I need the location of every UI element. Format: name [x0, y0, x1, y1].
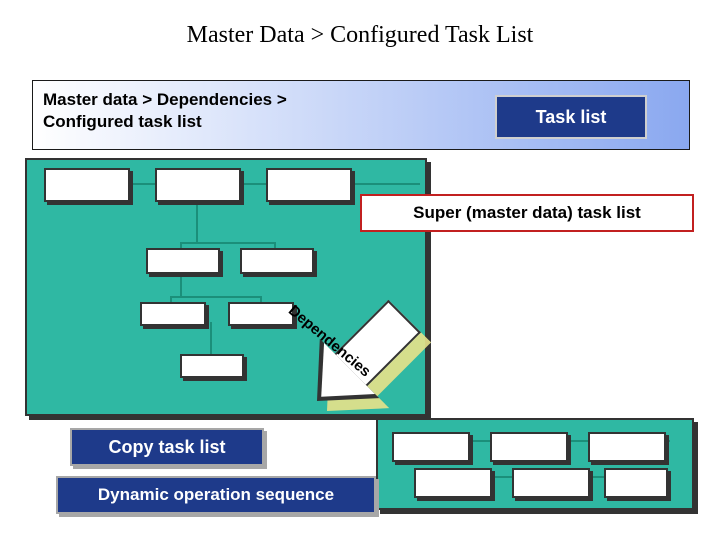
- copy-node: [604, 468, 668, 498]
- tree-connector: [170, 296, 262, 298]
- tree-node: [240, 248, 314, 274]
- task-list-badge: Task list: [495, 95, 647, 139]
- page-title: Master Data > Configured Task List: [0, 22, 720, 49]
- tree-node: [146, 248, 220, 274]
- tree-connector: [85, 183, 420, 185]
- dynamic-operation-badge: Dynamic operation sequence: [56, 476, 376, 514]
- tree-connector: [180, 242, 274, 244]
- tree-node: [155, 168, 241, 202]
- copy-node: [490, 432, 568, 462]
- copy-node: [414, 468, 492, 498]
- copy-node: [392, 432, 470, 462]
- tree-connector: [210, 322, 212, 354]
- tree-connector: [196, 198, 198, 243]
- super-task-list-label: Super (master data) task list: [360, 194, 694, 232]
- copy-node: [512, 468, 590, 498]
- tree-node: [44, 168, 130, 202]
- tree-node: [140, 302, 206, 326]
- copy-node: [588, 432, 666, 462]
- tree-node: [266, 168, 352, 202]
- breadcrumb-bar: Master data > Dependencies > Configured …: [32, 80, 690, 150]
- copy-task-list-badge: Copy task list: [70, 428, 264, 466]
- tree-node: [180, 354, 244, 378]
- breadcrumb: Master data > Dependencies > Configured …: [43, 89, 323, 133]
